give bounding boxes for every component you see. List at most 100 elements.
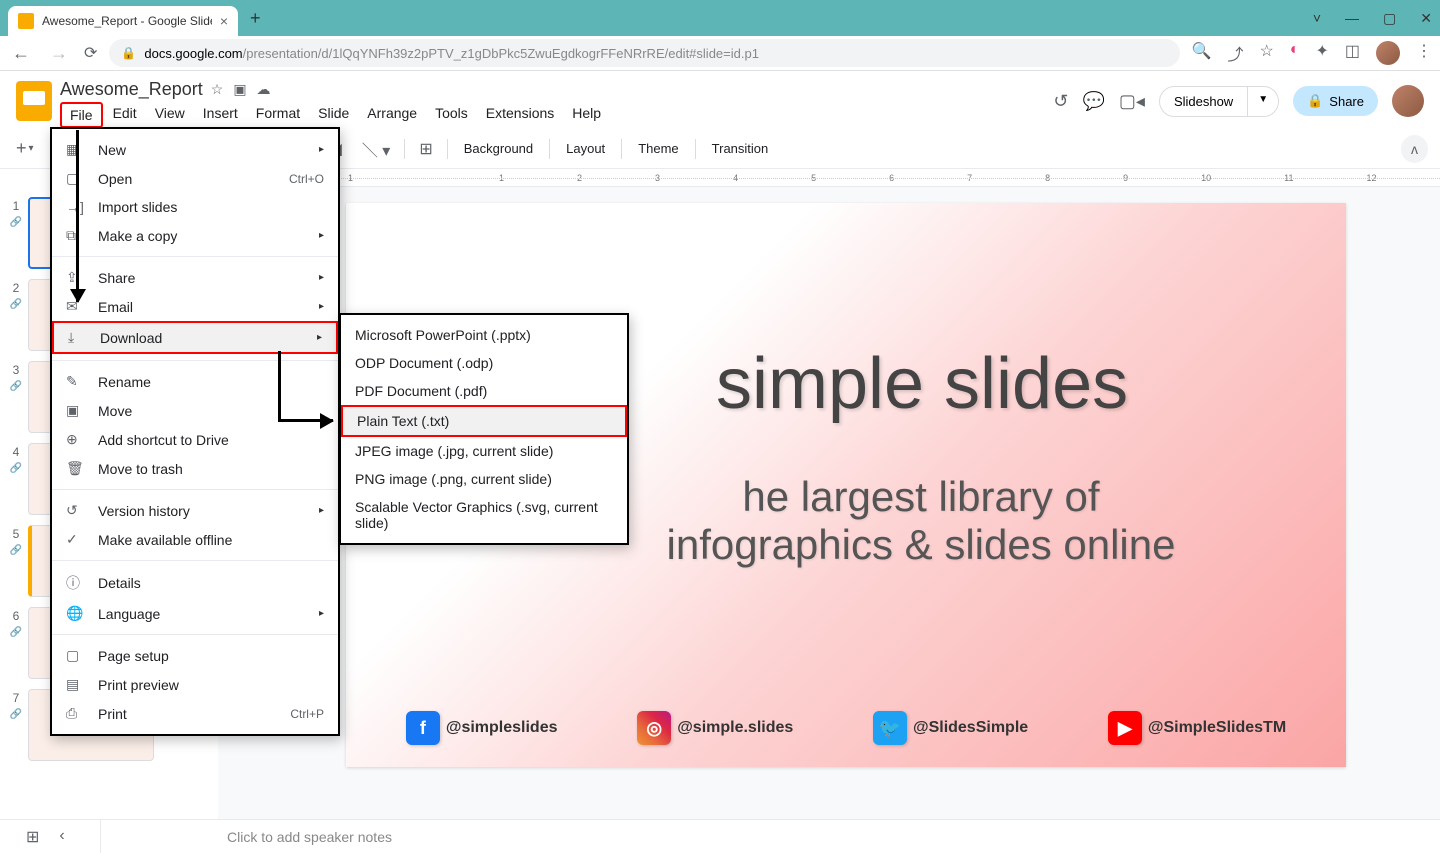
footer: ⊞ ‹ Click to add speaker notes <box>0 819 1440 853</box>
menu-slide[interactable]: Slide <box>310 102 357 128</box>
download-png[interactable]: PNG image (.png, current slide) <box>341 465 627 493</box>
zoom-icon[interactable]: 🔍 <box>1192 41 1212 65</box>
file-menu-language[interactable]: 🌐Language▸ <box>52 599 338 628</box>
chevron-right-icon: ▸ <box>319 230 324 241</box>
new-tab-button[interactable]: + <box>250 8 261 29</box>
comments-icon[interactable]: 💬 <box>1082 91 1104 112</box>
menu-extensions[interactable]: Extensions <box>478 102 562 128</box>
close-window-icon[interactable]: ✕ <box>1420 10 1432 27</box>
cloud-status-icon[interactable]: ☁ <box>257 81 271 98</box>
menu-help[interactable]: Help <box>564 102 609 128</box>
download-odp[interactable]: ODP Document (.odp) <box>341 349 627 377</box>
url-text: docs.google.com/presentation/d/1lQqYNFh3… <box>144 46 759 61</box>
social-yt: ▶@SimpleSlidesTM <box>1108 711 1286 745</box>
slides-logo[interactable] <box>16 81 52 121</box>
file-menu-move-to-trash[interactable]: 🗑Move to trash <box>52 454 338 483</box>
star-icon[interactable]: ☆ <box>211 81 224 98</box>
slides-favicon <box>18 13 34 29</box>
share-button[interactable]: 🔒 Share <box>1293 86 1378 116</box>
file-menu-rename[interactable]: ✎Rename <box>52 367 338 396</box>
browser-toolbar: ← → ⟳ 🔒 docs.google.com/presentation/d/1… <box>0 36 1440 71</box>
file-menu-open[interactable]: ▢OpenCtrl+O <box>52 164 338 193</box>
menu-file[interactable]: File <box>60 102 103 128</box>
chevron-right-icon: ▸ <box>319 301 324 312</box>
close-tab-icon[interactable]: × <box>220 13 228 29</box>
download-microsoft[interactable]: Microsoft PowerPoint (.pptx) <box>341 321 627 349</box>
reload-button[interactable]: ⟳ <box>84 43 97 63</box>
menu-format[interactable]: Format <box>248 102 308 128</box>
background-button[interactable]: Background <box>454 135 543 162</box>
social-tw: 🐦@SlidesSimple <box>873 711 1028 745</box>
file-menu-new[interactable]: ▦New▸ <box>52 135 338 164</box>
back-button[interactable]: ← <box>8 43 34 64</box>
line-icon[interactable]: ＼ ▾ <box>354 131 398 167</box>
account-avatar[interactable] <box>1392 85 1424 117</box>
download-plain[interactable]: Plain Text (.txt) <box>341 405 627 437</box>
new-slide-button[interactable]: +▾ <box>12 138 38 159</box>
url-bar[interactable]: 🔒 docs.google.com/presentation/d/1lQqYNF… <box>109 39 1179 67</box>
slideshow-dropdown-icon[interactable]: ▼ <box>1247 87 1278 116</box>
menu-insert[interactable]: Insert <box>195 102 246 128</box>
browser-tab[interactable]: Awesome_Report - Google Slides × <box>8 6 238 36</box>
download-submenu: Microsoft PowerPoint (.pptx)ODP Document… <box>339 313 629 545</box>
menu-bar: FileEditViewInsertFormatSlideArrangeTool… <box>60 102 1045 128</box>
forward-button[interactable]: → <box>46 43 72 64</box>
menu-edit[interactable]: Edit <box>105 102 145 128</box>
menu-arrange[interactable]: Arrange <box>359 102 425 128</box>
file-menu-print-preview[interactable]: ▤Print preview <box>52 670 338 699</box>
textbox-icon[interactable]: ⊞ <box>411 133 440 165</box>
browser-profile-avatar[interactable] <box>1376 41 1400 65</box>
annotation-arrow <box>278 419 333 422</box>
bookmark-icon[interactable]: ☆ <box>1259 41 1273 65</box>
chevron-right-icon: ▸ <box>319 272 324 283</box>
annotation-arrow <box>278 351 281 419</box>
file-menu-add-shortcut-to-drive[interactable]: ⊕Add shortcut to Drive <box>52 425 338 454</box>
ig-icon: ◎ <box>637 711 671 745</box>
share-url-icon[interactable]: ⤴ <box>1227 41 1243 65</box>
theme-button[interactable]: Theme <box>628 135 688 162</box>
transition-button[interactable]: Transition <box>702 135 779 162</box>
chevron-right-icon: ▸ <box>319 144 324 155</box>
grid-view-icon[interactable]: ⊞ <box>26 827 39 847</box>
slideshow-button[interactable]: Slideshow ▼ <box>1159 86 1279 117</box>
chevron-right-icon: ▸ <box>319 505 324 516</box>
collapse-toolbar-icon[interactable]: ʌ <box>1401 135 1428 163</box>
minimize-icon[interactable]: — <box>1345 10 1359 27</box>
lock-icon: 🔒 <box>1307 93 1323 109</box>
file-menu-make-available-offline[interactable]: ✓Make available offline <box>52 525 338 554</box>
menu-view[interactable]: View <box>147 102 193 128</box>
sidepanel-icon[interactable]: ◫ <box>1345 41 1360 65</box>
speaker-notes[interactable]: Click to add speaker notes <box>100 820 1440 853</box>
file-menu-version-history[interactable]: ↺Version history▸ <box>52 496 338 525</box>
move-folder-icon[interactable]: ▣ <box>233 81 246 98</box>
file-menu-email[interactable]: ✉Email▸ <box>52 292 338 321</box>
social-row: f@simpleslides◎@simple.slides🐦@SlidesSim… <box>366 711 1326 745</box>
document-title[interactable]: Awesome_Report <box>60 79 203 100</box>
puzzle-icon[interactable]: ✦ <box>1315 41 1328 65</box>
download-scalable[interactable]: Scalable Vector Graphics (.svg, current … <box>341 493 627 537</box>
history-icon[interactable]: ↺ <box>1053 91 1068 112</box>
fb-icon: f <box>406 711 440 745</box>
file-menu-make-a-copy[interactable]: ⧉Make a copy▸ <box>52 221 338 250</box>
menu-tools[interactable]: Tools <box>427 102 476 128</box>
file-menu-page-setup[interactable]: ▢Page setup <box>52 641 338 670</box>
tab-title: Awesome_Report - Google Slides <box>42 14 212 28</box>
browser-menu-icon[interactable]: ⋮ <box>1416 41 1432 65</box>
download-pdf[interactable]: PDF Document (.pdf) <box>341 377 627 405</box>
chevron-left-icon[interactable]: ‹ <box>59 827 64 847</box>
extension-icon[interactable]: ◐ <box>1290 41 1300 65</box>
layout-button[interactable]: Layout <box>556 135 615 162</box>
file-menu-download[interactable]: ⤓Download▸ <box>52 321 338 354</box>
file-menu-import-slides[interactable]: →]Import slides <box>52 193 338 221</box>
file-menu-print[interactable]: ⎙PrintCtrl+P <box>52 699 338 728</box>
file-menu-details[interactable]: ⓘDetails <box>52 567 338 599</box>
yt-icon: ▶ <box>1108 711 1142 745</box>
maximize-icon[interactable]: ▢ <box>1383 10 1396 27</box>
file-menu-share[interactable]: ⇪Share▸ <box>52 263 338 292</box>
present-video-icon[interactable]: ▢◂ <box>1119 91 1145 112</box>
browser-titlebar: Awesome_Report - Google Slides × + ˅ — ▢… <box>0 0 1440 36</box>
annotation-arrow <box>76 130 79 302</box>
caret-down-icon[interactable]: ˅ <box>1313 10 1321 27</box>
download-jpeg[interactable]: JPEG image (.jpg, current slide) <box>341 437 627 465</box>
slides-header: Awesome_Report ☆ ▣ ☁ FileEditViewInsertF… <box>0 71 1440 129</box>
